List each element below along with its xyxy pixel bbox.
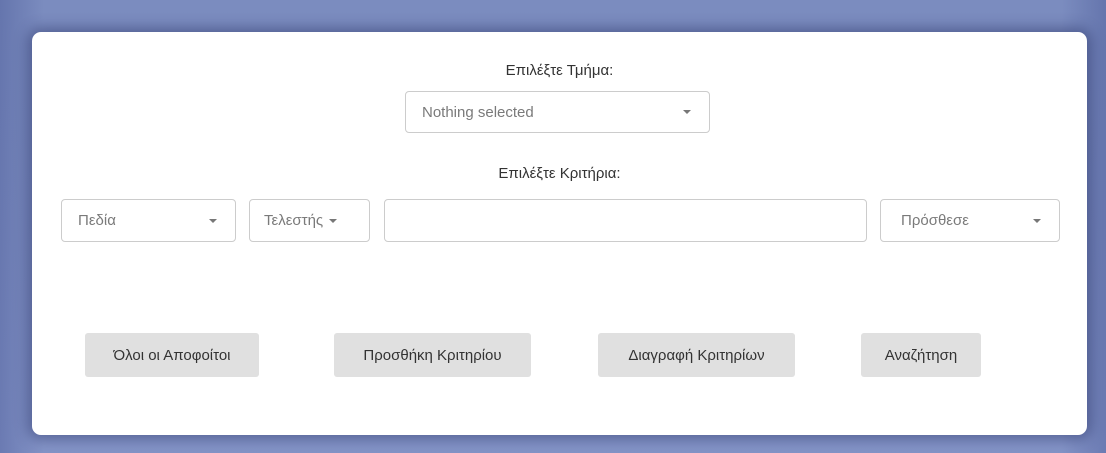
add-select[interactable]: Πρόσθεσε (880, 199, 1060, 242)
add-criterion-button[interactable]: Προσθήκη Κριτηρίου (334, 333, 531, 377)
caret-down-icon (209, 218, 217, 223)
delete-criteria-button[interactable]: Διαγραφή Κριτηρίων (598, 333, 795, 377)
department-select-value: Nothing selected (422, 103, 534, 121)
search-button[interactable]: Αναζήτηση (861, 333, 981, 377)
criterion-value-input[interactable] (384, 199, 867, 242)
criteria-label: Επιλέξτε Κριτήρια: (498, 165, 621, 182)
caret-down-icon (1033, 218, 1041, 223)
department-select[interactable]: Nothing selected (405, 91, 710, 133)
department-label: Επιλέξτε Τμήμα: (505, 62, 614, 79)
all-graduates-button[interactable]: Όλοι οι Αποφοίτοι (85, 333, 259, 377)
fields-select[interactable]: Πεδία (61, 199, 236, 242)
fields-select-value: Πεδία (78, 212, 116, 229)
operator-select-value: Τελεστής (264, 212, 324, 229)
add-select-value: Πρόσθεσε (901, 212, 969, 229)
caret-down-icon (683, 110, 691, 114)
caret-down-icon (329, 218, 338, 223)
search-form-card: Επιλέξτε Τμήμα: Nothing selected Επιλέξτ… (32, 32, 1087, 435)
operator-select[interactable]: Τελεστής (249, 199, 370, 242)
